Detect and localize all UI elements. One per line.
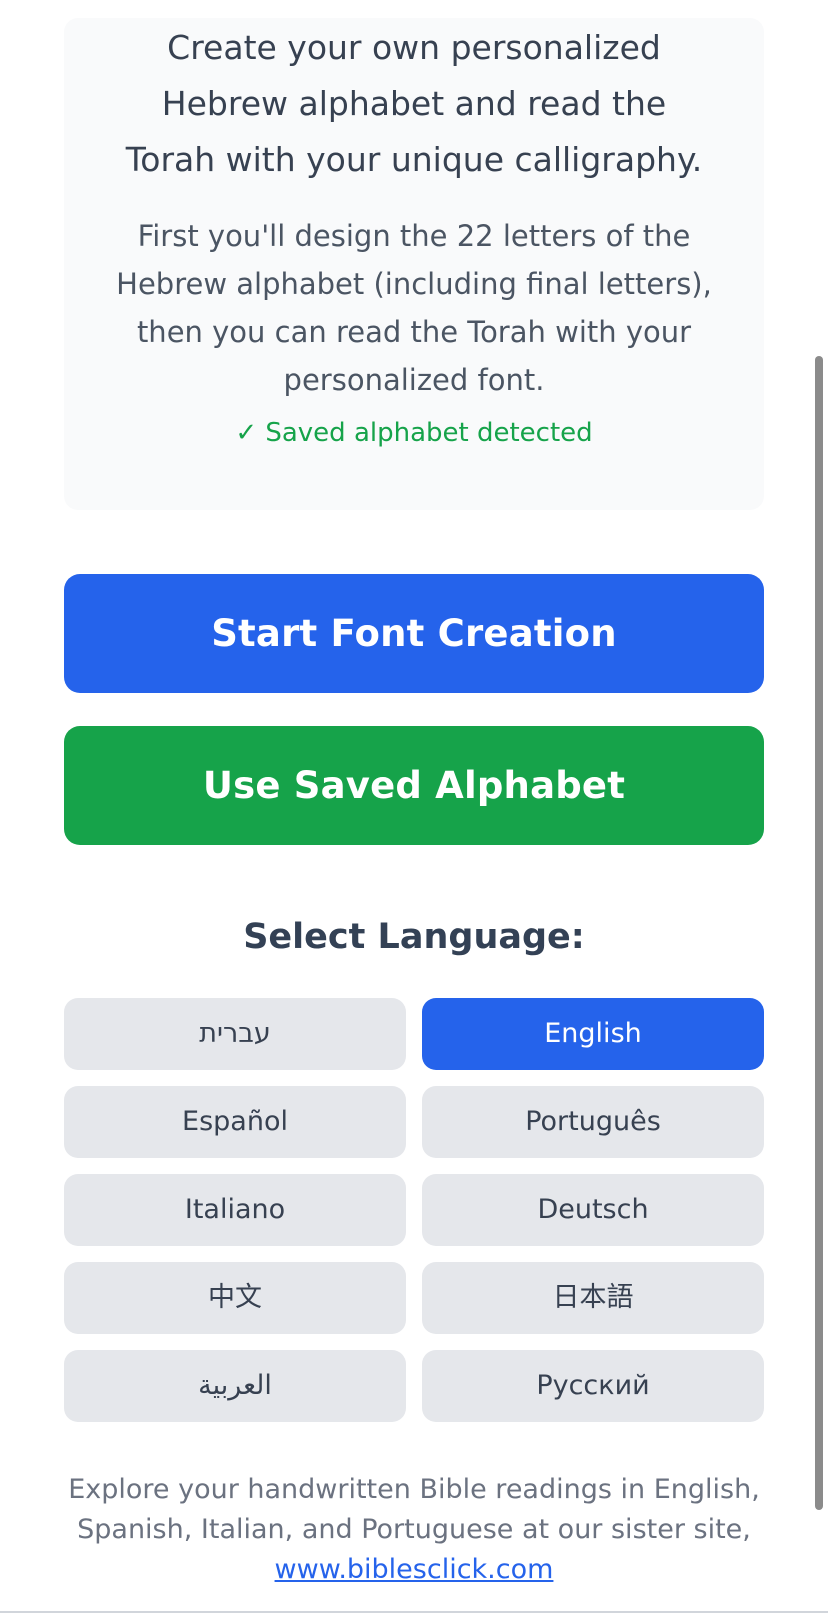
sister-site-footer: Explore your handwritten Bible readings … [64,1470,764,1590]
sister-site-link[interactable]: www.biblesclick.com [275,1550,554,1590]
language-button-italian[interactable]: Italiano [64,1174,406,1246]
vertical-scrollbar[interactable] [815,356,823,1510]
language-button-russian[interactable]: Русский [422,1350,764,1422]
language-button-japanese[interactable]: 日本語 [422,1262,764,1334]
intro-headline: Create your own personalized Hebrew alph… [125,28,703,179]
language-button-portuguese[interactable]: Português [422,1086,764,1158]
language-button-hebrew[interactable]: עברית [64,998,406,1070]
language-button-arabic[interactable]: العربية [64,1350,406,1422]
language-button-spanish[interactable]: Español [64,1086,406,1158]
sister-site-text: Explore your handwritten Bible readings … [68,1474,760,1545]
language-button-german[interactable]: Deutsch [422,1174,764,1246]
use-saved-alphabet-button[interactable]: Use Saved Alphabet [64,726,764,845]
language-button-chinese[interactable]: 中文 [64,1262,406,1334]
start-font-creation-button[interactable]: Start Font Creation [64,574,764,693]
intro-card: Create your own personalized Hebrew alph… [64,18,764,510]
intro-description: First you'll design the 22 letters of th… [116,219,712,397]
select-language-heading: Select Language: [243,917,585,957]
saved-alphabet-status: ✓ Saved alphabet detected [235,418,593,448]
language-button-english[interactable]: English [422,998,764,1070]
language-options-grid: עברית English Español Português Italiano… [64,998,764,1422]
